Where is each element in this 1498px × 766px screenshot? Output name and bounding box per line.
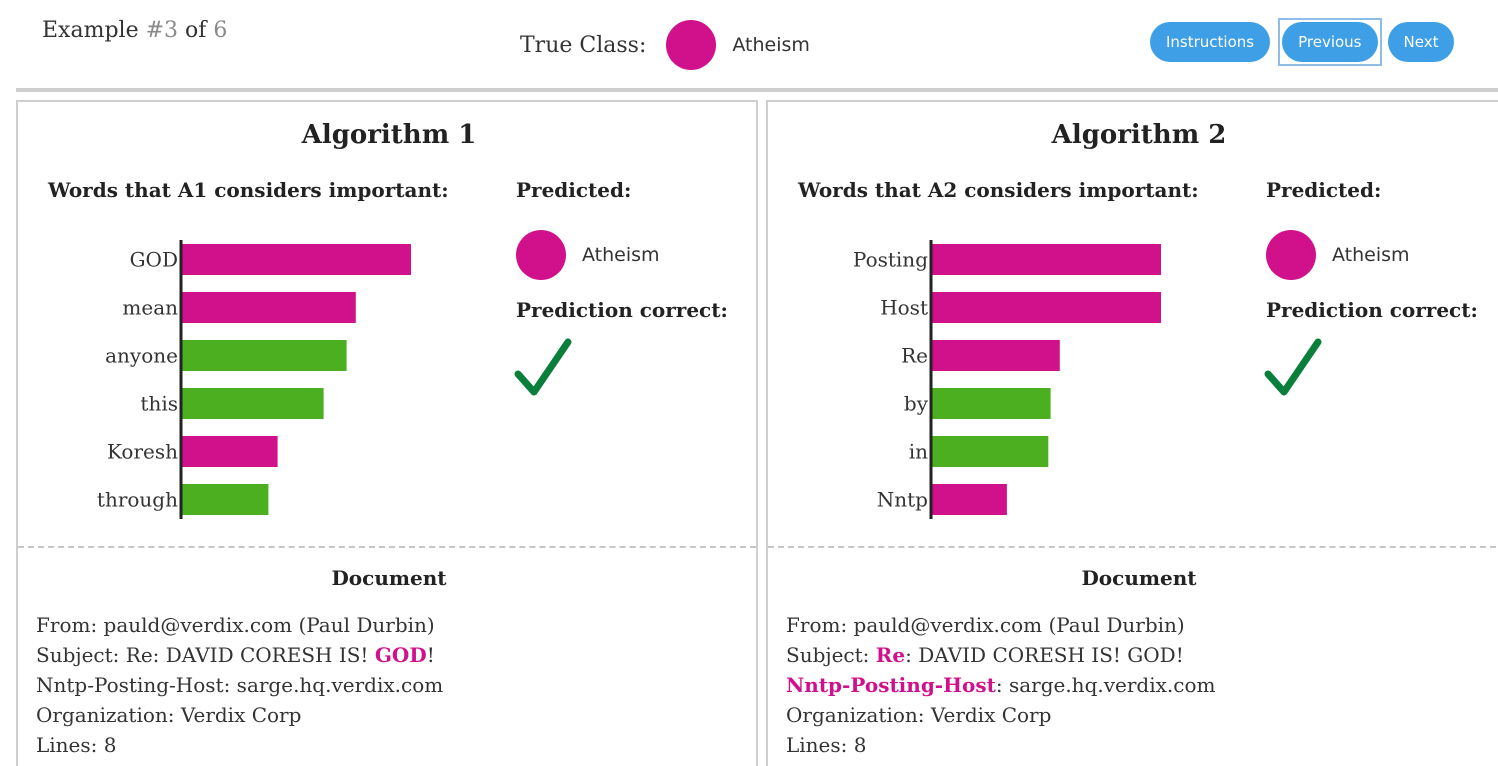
line-text: Subject: Re: DAVID CORESH IS! — [36, 643, 375, 667]
predicted-title: Predicted: — [1266, 178, 1382, 202]
bar-by — [931, 388, 1051, 419]
bar-posting — [931, 244, 1161, 275]
document-line: Subject: Re: DAVID CORESH IS! GOD! — [36, 640, 443, 670]
predicted-class: Atheism — [1266, 230, 1410, 280]
line-text: Organization: Verdix Corp — [36, 703, 302, 727]
bar-label: mean — [122, 296, 178, 320]
bar-label: by — [904, 392, 929, 416]
bar-label: Re — [901, 344, 928, 368]
predicted-class-name: Atheism — [582, 244, 660, 266]
bar-mean — [181, 292, 356, 323]
bar-label: this — [140, 392, 178, 416]
example-counter: Example #3 of 6 — [42, 18, 227, 43]
bar-god — [181, 244, 411, 275]
line-text: : sarge.hq.verdix.com — [995, 673, 1216, 697]
prediction-correct-title: Prediction correct: — [1266, 298, 1478, 322]
important-words-chart: GOD mean anyone this Koresh through — [97, 240, 411, 519]
line-text: From: pauld@verdix.com (Paul Durbin) — [36, 613, 435, 637]
previous-button-focus-ring: Previous — [1278, 18, 1382, 66]
predicted-class-name: Atheism — [1332, 244, 1410, 266]
document-title: Document — [331, 566, 447, 590]
document-line: Nntp-Posting-Host: sarge.hq.verdix.com — [786, 670, 1215, 700]
bar-in — [931, 436, 1049, 467]
checkmark-icon — [514, 338, 572, 396]
document-line: From: pauld@verdix.com (Paul Durbin) — [786, 610, 1215, 640]
predicted-class: Atheism — [516, 230, 660, 280]
section-divider — [768, 546, 1498, 548]
line-text: From: pauld@verdix.com (Paul Durbin) — [786, 613, 1185, 637]
bar-label: Nntp — [877, 488, 928, 512]
instructions-button[interactable]: Instructions — [1150, 22, 1271, 62]
true-class-label: True Class: — [520, 32, 647, 58]
document-line: Lines: 8 — [36, 730, 443, 760]
example-current: #3 — [145, 18, 179, 43]
predicted-title: Predicted: — [516, 178, 632, 202]
document-line: Organization: Verdix Corp — [786, 700, 1215, 730]
algorithm-2-panel: Algorithm 2 Words that A2 considers impo… — [766, 100, 1498, 766]
example-total: 6 — [213, 18, 228, 43]
bar-koresh — [181, 436, 278, 467]
bar-host — [931, 292, 1161, 323]
highlighted-word: GOD — [374, 643, 427, 667]
class-circle-icon — [666, 20, 717, 70]
line-text: : DAVID CORESH IS! GOD! — [905, 643, 1184, 667]
document-line: Nntp-Posting-Host: sarge.hq.verdix.com — [36, 670, 443, 700]
bar-label: Koresh — [107, 440, 178, 464]
top-bar: Example #3 of 6 True Class: Atheism Inst… — [16, 0, 1498, 92]
example-of: of — [185, 18, 207, 43]
bar-label: through — [97, 488, 178, 512]
document-text: From: pauld@verdix.com (Paul Durbin) Subj… — [786, 610, 1215, 760]
document-title: Document — [1081, 566, 1197, 590]
bar-label: GOD — [130, 248, 178, 272]
true-class-indicator: True Class: Atheism — [520, 20, 810, 70]
document-text: From: pauld@verdix.com (Paul Durbin) Subj… — [36, 610, 443, 760]
important-words-chart: Posting Host Re by in Nntp — [853, 240, 1161, 519]
line-text: Nntp-Posting-Host: sarge.hq.verdix.com — [36, 673, 444, 697]
prediction-correct-title: Prediction correct: — [516, 298, 728, 322]
document-line: Lines: 8 — [786, 730, 1215, 760]
algorithm-1-panel: Algorithm 1 Words that A1 considers impo… — [16, 100, 758, 766]
line-text: Lines: 8 — [36, 733, 117, 757]
navigation-buttons: Instructions Previous Next — [1150, 18, 1462, 66]
document-line: Organization: Verdix Corp — [36, 700, 443, 730]
line-text: Subject: — [786, 643, 876, 667]
bar-label: in — [909, 440, 928, 464]
class-circle-icon — [516, 230, 566, 280]
class-circle-icon — [1266, 230, 1316, 280]
highlighted-word: Nntp-Posting-Host — [786, 673, 996, 697]
highlighted-word: Re — [875, 643, 906, 667]
checkmark-icon — [1264, 338, 1322, 396]
section-divider — [18, 546, 756, 548]
bar-through — [181, 484, 269, 515]
bar-re — [931, 340, 1060, 371]
line-text: Lines: 8 — [786, 733, 867, 757]
document-line: Subject: Re: DAVID CORESH IS! GOD! — [786, 640, 1215, 670]
bar-label: Posting — [853, 248, 928, 272]
bar-label: Host — [880, 296, 928, 320]
bar-label: anyone — [105, 344, 178, 368]
true-class-name: Atheism — [732, 34, 810, 56]
bar-nntp — [931, 484, 1007, 515]
line-text: ! — [426, 643, 435, 667]
document-line: From: pauld@verdix.com (Paul Durbin) — [36, 610, 443, 640]
previous-button[interactable]: Previous — [1282, 22, 1378, 62]
bar-anyone — [181, 340, 347, 371]
example-prefix: Example — [42, 18, 139, 43]
bar-this — [181, 388, 324, 419]
line-text: Organization: Verdix Corp — [786, 703, 1052, 727]
next-button[interactable]: Next — [1387, 22, 1455, 62]
